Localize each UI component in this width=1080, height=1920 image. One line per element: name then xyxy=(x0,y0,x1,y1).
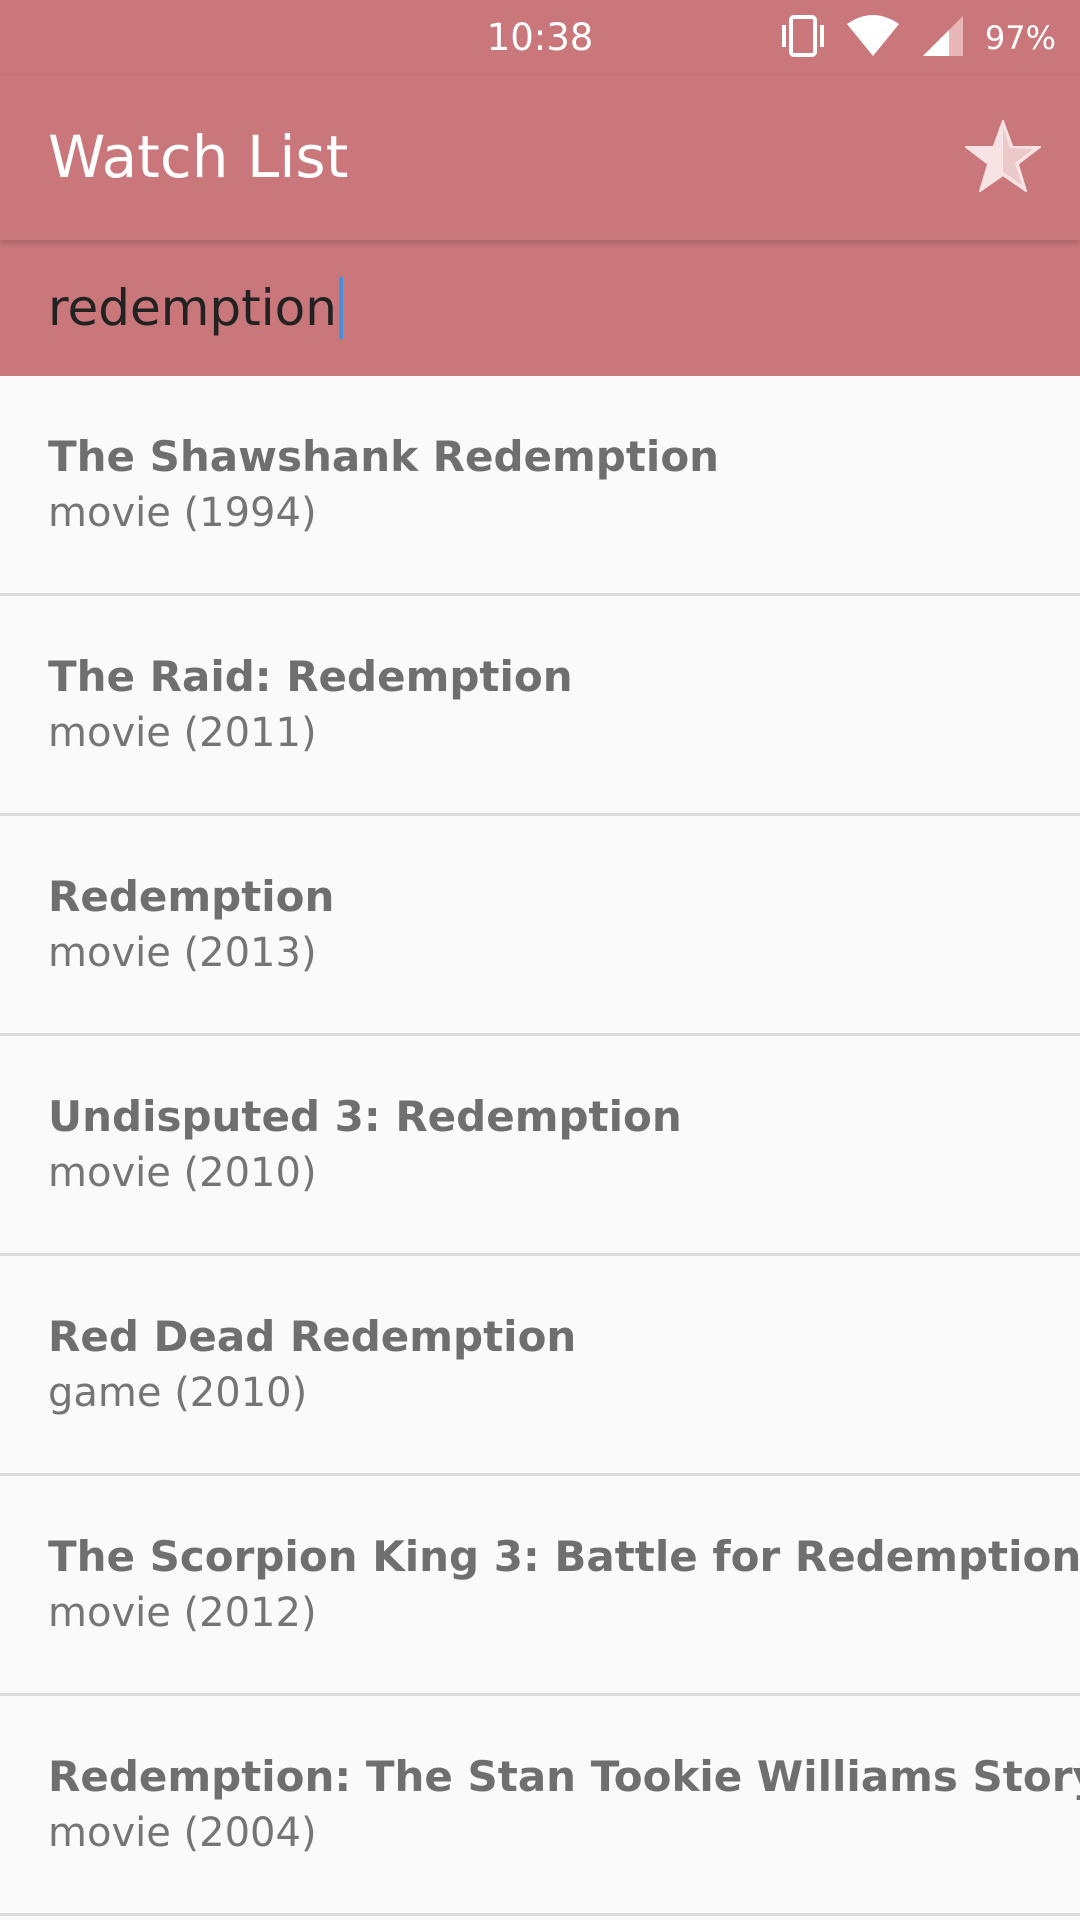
vibrate-icon xyxy=(781,13,825,63)
search-input-text: redemption xyxy=(48,279,337,337)
search-bar: redemption xyxy=(0,240,1080,376)
list-item[interactable]: Redemption movie (2013) xyxy=(0,816,1080,1036)
result-title: Redemption: The Stan Tookie Williams Sto… xyxy=(48,1752,1080,1801)
result-subtitle: movie (2012) xyxy=(48,1590,317,1636)
result-list: The Shawshank Redemption movie (1994) Th… xyxy=(0,376,1080,1916)
result-title: The Shawshank Redemption xyxy=(48,432,720,481)
battery-percent: 97% xyxy=(984,18,1056,57)
result-title: The Scorpion King 3: Battle for Redempti… xyxy=(48,1532,1080,1581)
list-item[interactable]: The Raid: Redemption movie (2011) xyxy=(0,596,1080,816)
text-caret xyxy=(338,277,343,339)
list-item[interactable]: Undisputed 3: Redemption movie (2010) xyxy=(0,1036,1080,1256)
result-subtitle: movie (2013) xyxy=(48,930,317,976)
list-item[interactable]: The Scorpion King 3: Battle for Redempti… xyxy=(0,1476,1080,1696)
result-title: The Raid: Redemption xyxy=(48,652,573,701)
result-subtitle: game (2010) xyxy=(48,1370,308,1416)
result-subtitle: movie (2010) xyxy=(48,1150,317,1196)
favorites-button[interactable] xyxy=(960,115,1046,201)
result-subtitle: movie (2004) xyxy=(48,1810,317,1856)
result-title: Red Dead Redemption xyxy=(48,1312,577,1361)
list-item[interactable]: The Shawshank Redemption movie (1994) xyxy=(0,376,1080,596)
result-title: Undisputed 3: Redemption xyxy=(48,1092,682,1141)
status-bar: 10:38 97% xyxy=(0,0,1080,75)
result-title: Redemption xyxy=(48,872,335,921)
list-item[interactable]: Redemption: The Stan Tookie Williams Sto… xyxy=(0,1696,1080,1916)
result-subtitle: movie (1994) xyxy=(48,490,317,536)
wifi-icon xyxy=(845,14,901,62)
signal-icon xyxy=(921,14,965,62)
status-icons: 97% xyxy=(781,0,1056,75)
list-item[interactable]: Red Dead Redemption game (2010) xyxy=(0,1256,1080,1476)
result-subtitle: movie (2011) xyxy=(48,710,317,756)
app-bar: Watch List xyxy=(0,75,1080,240)
search-input[interactable]: redemption xyxy=(48,240,343,376)
star-icon xyxy=(963,118,1043,198)
page-title: Watch List xyxy=(48,123,349,191)
